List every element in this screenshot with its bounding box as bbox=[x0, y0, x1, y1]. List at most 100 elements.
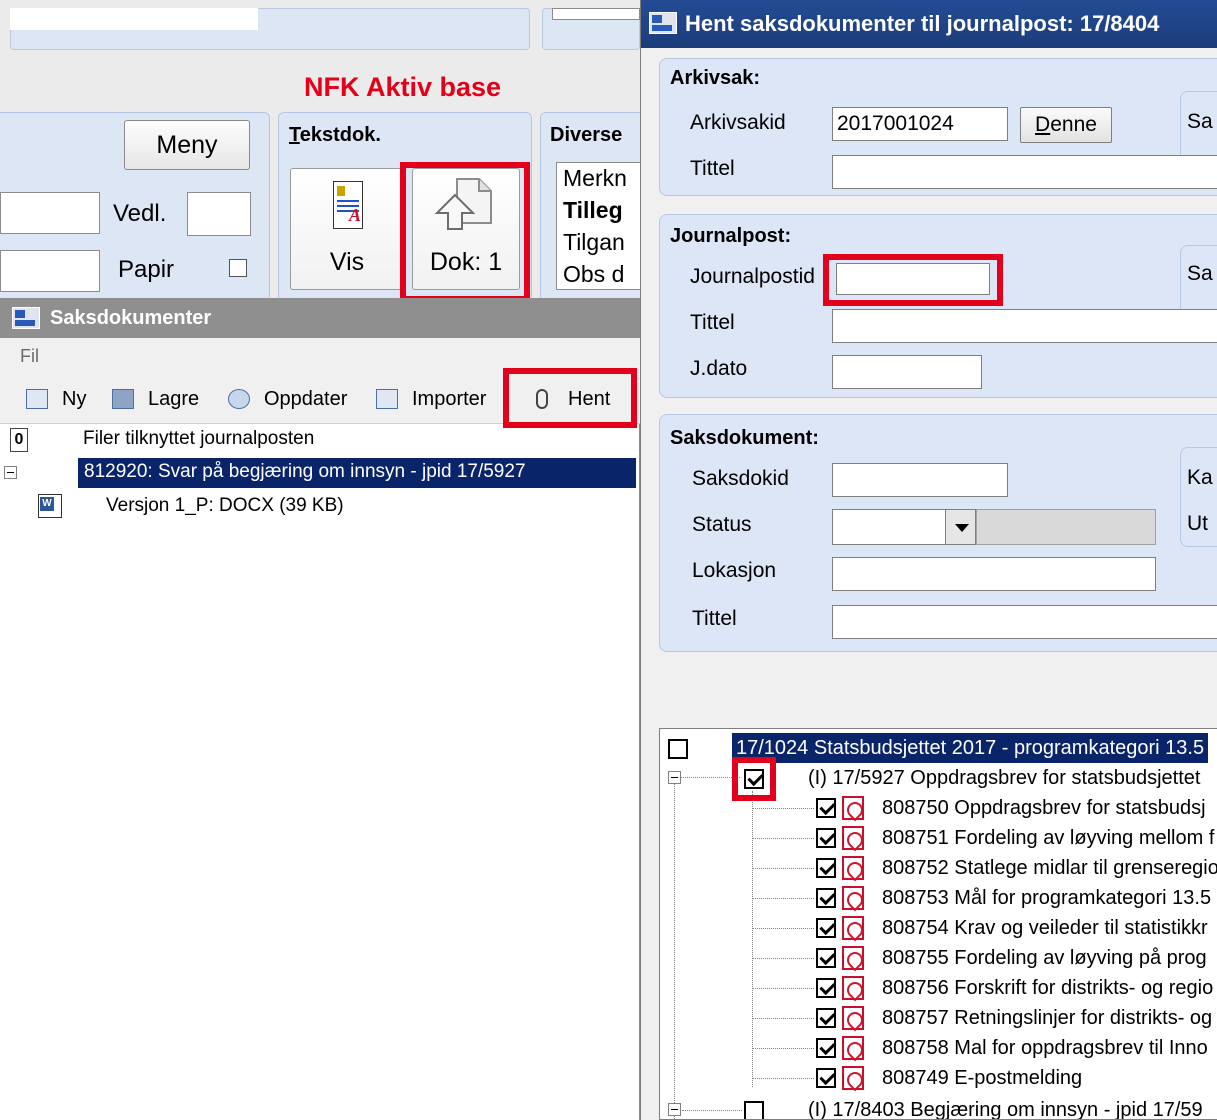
document-row[interactable]: 808753 Mål for programkategori 13.5 bbox=[660, 883, 1217, 913]
dialog-titlebar[interactable]: Hent saksdokumenter til journalpost: 17/… bbox=[641, 0, 1217, 48]
chevron-down-icon[interactable] bbox=[945, 510, 975, 544]
arkivsak-group: Arkivsak: Arkivsakid 2017001024 Denne Sa… bbox=[659, 58, 1217, 196]
document-checkbox[interactable] bbox=[816, 1038, 836, 1058]
status-disabled-field bbox=[976, 509, 1156, 545]
status-select[interactable] bbox=[832, 509, 976, 545]
version-label: Versjon 1_P: DOCX (39 KB) bbox=[106, 495, 344, 516]
journalpost-title: Journalpost: bbox=[670, 225, 792, 247]
papir-checkbox[interactable] bbox=[229, 259, 247, 277]
meny-button[interactable]: Meny bbox=[124, 120, 250, 170]
jdato-input[interactable] bbox=[832, 355, 982, 389]
document-checkbox[interactable] bbox=[816, 1008, 836, 1028]
vis-button[interactable]: A Vis bbox=[290, 168, 404, 290]
document-label: 808758 Mal for oppdragsbrev til Inno bbox=[882, 1037, 1208, 1059]
diverse-item[interactable]: Tilgan bbox=[557, 227, 645, 259]
ny-button[interactable]: Ny bbox=[26, 384, 86, 414]
arkivsakid-label: Arkivsakid bbox=[690, 111, 786, 134]
top-panel-white-area bbox=[10, 8, 258, 30]
document-checkbox[interactable] bbox=[816, 978, 836, 998]
document-row[interactable]: 808757 Retningslinjer for distrikts- og bbox=[660, 1003, 1217, 1033]
diverse-item[interactable]: Merkn bbox=[557, 163, 645, 195]
selected-document: 812920: Svar på begjæring om innsyn - jp… bbox=[78, 458, 636, 488]
lokasjon-label: Lokasjon bbox=[692, 559, 777, 582]
document-checkbox[interactable] bbox=[816, 888, 836, 908]
next-journal-entry-row[interactable]: (I) 17/8403 Begjæring om innsyn - jpid 1… bbox=[660, 1095, 1217, 1120]
saksdokument-side-label-1: Ka bbox=[1187, 466, 1213, 489]
document-row[interactable]: 808756 Forskrift for distrikts- og regio bbox=[660, 973, 1217, 1003]
journal-entry-label: (I) 17/5927 Oppdragsbrev for statsbudsje… bbox=[808, 767, 1201, 789]
new-document-icon bbox=[26, 389, 48, 409]
lagre-label: Lagre bbox=[148, 387, 200, 410]
import-icon bbox=[376, 389, 398, 409]
denne-accesskey: D bbox=[1035, 113, 1051, 136]
document-checkbox[interactable] bbox=[816, 1068, 836, 1088]
oppdater-button[interactable]: Oppdater bbox=[228, 384, 347, 414]
lagre-button[interactable]: Lagre bbox=[112, 384, 199, 414]
document-label: 808752 Statlege midlar til grenseregio bbox=[882, 857, 1217, 879]
root-checkbox[interactable] bbox=[668, 739, 688, 759]
next-journal-entry-checkbox[interactable] bbox=[744, 1101, 764, 1119]
document-row[interactable]: 808749 E-postmelding bbox=[660, 1063, 1217, 1093]
document-label: 808753 Mål for programkategori 13.5 bbox=[882, 887, 1212, 909]
expand-toggle[interactable] bbox=[668, 1103, 681, 1116]
tree-connector bbox=[752, 808, 814, 809]
tree-row-selected[interactable]: 812920: Svar på begjæring om innsyn - jp… bbox=[0, 458, 636, 488]
document-checkbox[interactable] bbox=[816, 918, 836, 938]
document-label: 808750 Oppdragsbrev for statsbudsj bbox=[882, 797, 1206, 819]
pdf-icon bbox=[842, 1066, 864, 1090]
journalpost-tittel-label: Tittel bbox=[690, 311, 735, 334]
file-tree-header-text: Filer tilknyttet journalposten bbox=[83, 428, 315, 449]
dialog-title: Hent saksdokumenter til journalpost: 17/… bbox=[685, 11, 1160, 36]
oppdater-label: Oppdater bbox=[264, 387, 348, 410]
arkivsakid-input[interactable]: 2017001024 bbox=[832, 107, 1008, 141]
document-row[interactable]: 808755 Fordeling av løyving på prog bbox=[660, 943, 1217, 973]
tree-connector bbox=[752, 898, 814, 899]
denne-button[interactable]: Denne bbox=[1020, 107, 1112, 143]
importer-button[interactable]: Importer bbox=[376, 384, 486, 414]
document-checkbox[interactable] bbox=[816, 858, 836, 878]
collapse-toggle[interactable] bbox=[4, 466, 17, 479]
arkivsak-side-label: Sa bbox=[1187, 110, 1213, 133]
refresh-icon bbox=[228, 389, 250, 409]
diverse-item[interactable]: Tilleg bbox=[557, 195, 645, 227]
journalpost-tittel-input[interactable] bbox=[832, 309, 1217, 343]
papir-label: Papir bbox=[118, 256, 175, 283]
pdf-icon bbox=[842, 826, 864, 850]
next-journal-entry-label: (I) 17/8403 Begjæring om innsyn - jpid 1… bbox=[808, 1099, 1203, 1120]
document-checkbox[interactable] bbox=[816, 948, 836, 968]
dok-highlight-box bbox=[400, 162, 530, 302]
arkivsak-tittel-input[interactable] bbox=[832, 155, 1217, 189]
status-label: Status bbox=[692, 513, 752, 536]
background-field-2[interactable] bbox=[0, 250, 100, 292]
saksdokument-title: Saksdokument: bbox=[670, 427, 819, 449]
tekstdok-title-rest: ekstdok. bbox=[299, 124, 381, 146]
document-row[interactable]: 808758 Mal for oppdragsbrev til Inno bbox=[660, 1033, 1217, 1063]
lokasjon-input[interactable] bbox=[832, 557, 1156, 591]
document-row[interactable]: 808754 Krav og veileder til statistikkr bbox=[660, 913, 1217, 943]
diverse-item[interactable]: Obs d bbox=[557, 259, 645, 289]
document-row[interactable]: 808752 Statlege midlar til grenseregio bbox=[660, 853, 1217, 883]
pdf-icon bbox=[842, 976, 864, 1000]
tree-connector bbox=[752, 868, 814, 869]
importer-label: Importer bbox=[412, 387, 487, 410]
document-checkbox[interactable] bbox=[816, 798, 836, 818]
tree-connector bbox=[682, 1110, 742, 1111]
jdato-label: J.dato bbox=[690, 357, 748, 380]
background-field-1[interactable] bbox=[0, 192, 100, 234]
saksdokumenter-titlebar[interactable]: Saksdokumenter bbox=[0, 298, 640, 338]
document-checkbox[interactable] bbox=[816, 828, 836, 848]
saksdokid-input[interactable] bbox=[832, 463, 1008, 497]
root-label: 17/1024 Statsbudsjettet 2017 - programka… bbox=[732, 733, 1209, 763]
journalpost-side-label: Sa bbox=[1187, 262, 1213, 285]
journal-entry-checkbox-highlight bbox=[732, 757, 776, 801]
tree-row-version[interactable]: W Versjon 1_P: DOCX (39 KB) bbox=[0, 492, 636, 522]
document-row[interactable]: 808751 Fordeling av løyving mellom f bbox=[660, 823, 1217, 853]
vedl-input[interactable] bbox=[187, 192, 251, 236]
menu-fil[interactable]: Fil bbox=[20, 346, 39, 366]
file-tree-header: 0 Filer tilknyttet journalposten bbox=[0, 426, 636, 456]
diverse-list[interactable]: Merkn Tilleg Tilgan Obs d bbox=[556, 162, 646, 290]
journalpost-side-box: Sa bbox=[1180, 245, 1217, 315]
hent-highlight-box bbox=[503, 368, 637, 428]
file-count: 0 bbox=[10, 428, 28, 452]
saksdokument-tittel-input[interactable] bbox=[832, 605, 1217, 639]
